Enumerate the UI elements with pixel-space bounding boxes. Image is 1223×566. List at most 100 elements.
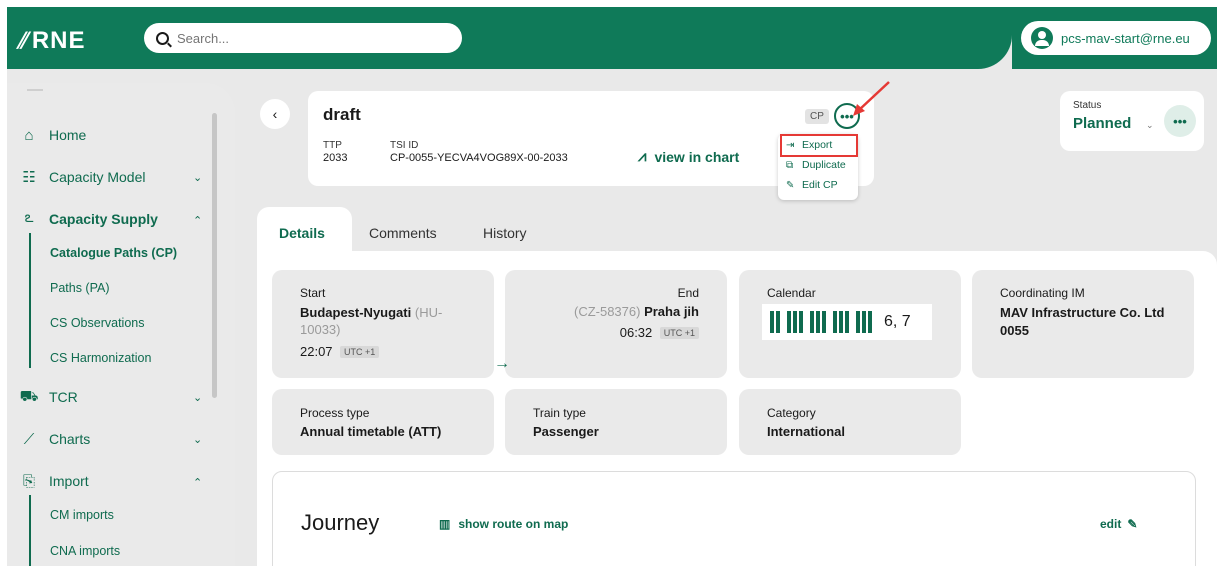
chevron-down-icon[interactable]: ⌄	[193, 171, 202, 184]
start-time: 22:07	[300, 344, 333, 359]
charts-icon: ⟋	[23, 430, 35, 448]
view-in-chart-link[interactable]: ⩘ view in chart	[638, 148, 739, 165]
sidebar-item-capacity-model[interactable]: ☷ Capacity Model	[19, 167, 146, 187]
coordinating-im-value: MAV Infrastructure Co. Ltd 0055	[1000, 305, 1165, 338]
logo-mark-icon: ⫽	[17, 28, 28, 53]
end-card: End (CZ-58376) Praha jih 06:32 UTC +1	[505, 270, 727, 378]
end-station: Praha jih	[644, 304, 699, 319]
chevron-down-icon[interactable]: ⌄	[193, 391, 202, 404]
submenu-rail	[29, 233, 31, 368]
import-icon: ⎘	[22, 472, 35, 490]
back-button[interactable]: ‹	[260, 99, 290, 129]
sidebar-divider	[27, 89, 43, 91]
sidebar-item-label: Import	[49, 473, 89, 489]
calendar-bars-icon	[770, 311, 872, 333]
end-time: 06:32	[619, 325, 653, 340]
chevron-up-icon[interactable]: ⌃	[193, 214, 202, 227]
start-time-block: 22:07 UTC +1	[300, 343, 380, 361]
chevron-down-icon[interactable]: ⌄	[1146, 120, 1154, 131]
sidebar-subitem-cs-harmonization[interactable]: CS Harmonization	[50, 351, 151, 365]
journey-edit-label: edit	[1100, 517, 1122, 531]
process-type-card: Process type Annual timetable (ATT)	[272, 389, 494, 455]
map-icon: ▥	[439, 517, 451, 531]
sidebar-item-home[interactable]: ⌂ Home	[19, 125, 86, 145]
tsi-id-value: CP-0055-YECVA4VOG89X-00-2033	[390, 152, 568, 164]
coordinating-im-label: Coordinating IM	[1000, 286, 1085, 300]
status-select[interactable]: Planned	[1073, 115, 1131, 132]
category-label: Category	[767, 406, 816, 420]
sidebar-item-capacity-supply[interactable]: ఽ Capacity Supply	[19, 209, 158, 229]
user-avatar-icon	[1031, 27, 1053, 49]
status-label: Status	[1073, 100, 1102, 111]
duplicate-icon: ⧉	[786, 159, 794, 171]
search-icon	[156, 31, 169, 45]
ttp-value: 2033	[323, 152, 348, 164]
header: ⫽ RNE pcs-mav-start@rne.eu	[7, 7, 1217, 69]
cp-title: draft	[323, 105, 361, 124]
sidebar-subitem-catalogue-paths[interactable]: Catalogue Paths (CP)	[50, 246, 177, 260]
sidebar-subitem-paths[interactable]: Paths (PA)	[50, 281, 110, 295]
sidebar-item-label: Home	[49, 127, 87, 143]
calendar-days: 6, 7	[884, 313, 911, 330]
sidebar-item-charts[interactable]: ⟋ Charts	[19, 429, 91, 449]
end-utc-badge: UTC +1	[659, 326, 699, 339]
sidebar-item-label: TCR	[49, 389, 78, 405]
show-route-label: show route on map	[458, 517, 569, 531]
chart-line-icon: ⩘	[638, 148, 647, 165]
tab-comments[interactable]: Comments	[369, 225, 437, 241]
train-type-value: Passenger	[533, 424, 599, 439]
sidebar-item-label: Capacity Supply	[49, 211, 158, 227]
logo[interactable]: ⫽ RNE	[17, 27, 85, 55]
status-more-button[interactable]: •••	[1164, 105, 1196, 137]
calendar-visual: 6, 7	[762, 304, 932, 340]
route-icon: ఽ	[24, 208, 34, 226]
tsi-id-label: TSI ID	[390, 140, 419, 151]
ttp-label: TTP	[323, 140, 342, 151]
search-input[interactable]	[177, 30, 437, 46]
submenu-rail	[29, 495, 31, 566]
chevron-down-icon[interactable]: ⌄	[193, 433, 202, 446]
sidebar-scrollbar[interactable]	[212, 113, 217, 398]
start-station: Budapest-Nyugati	[300, 305, 412, 320]
menu-item-label: Edit CP	[802, 179, 838, 191]
start-label: Start	[300, 286, 326, 300]
process-type-label: Process type	[300, 406, 370, 420]
sidebar-subitem-cm-imports[interactable]: CM imports	[50, 508, 114, 522]
user-menu[interactable]: pcs-mav-start@rne.eu	[1021, 21, 1211, 55]
end-station-block: (CZ-58376) Praha jih	[574, 304, 699, 319]
category-card: Category International	[739, 389, 961, 455]
chevron-up-icon[interactable]: ⌃	[193, 476, 202, 489]
sidebar-item-import[interactable]: ⎘ Import	[19, 471, 89, 491]
sidebar-subitem-cna-imports[interactable]: CNA imports	[50, 544, 120, 558]
user-name: pcs-mav-start@rne.eu	[1061, 30, 1190, 46]
menu-item-edit-cp[interactable]: ✎ Edit CP	[786, 179, 838, 191]
tab-history[interactable]: History	[483, 225, 527, 241]
train-type-label: Train type	[533, 406, 586, 420]
menu-item-duplicate[interactable]: ⧉ Duplicate	[786, 159, 846, 171]
menu-item-label: Duplicate	[802, 159, 846, 171]
sidebar-item-label: Capacity Model	[49, 169, 146, 185]
train-type-card: Train type Passenger	[505, 389, 727, 455]
show-route-on-map-link[interactable]: ▥ show route on map	[439, 517, 568, 531]
more-dots-icon: •••	[1173, 113, 1187, 129]
calendar-label: Calendar	[767, 286, 816, 300]
sidebar-item-tcr[interactable]: ⛟ TCR	[19, 387, 78, 407]
annotation-arrow-icon	[853, 81, 890, 116]
tcr-icon: ⛟	[19, 387, 39, 405]
category-value: International	[767, 424, 846, 439]
chevron-left-icon: ‹	[272, 106, 278, 122]
tab-details[interactable]: Details	[279, 225, 325, 241]
sidebar: ⌂ Home ☷ Capacity Model ⌄ ఽ Capacity Sup…	[7, 83, 235, 566]
view-in-chart-label: view in chart	[654, 148, 740, 165]
start-card: Start Budapest-Nyugati (HU-10033) 22:07 …	[272, 270, 494, 378]
search-bar[interactable]	[144, 23, 462, 53]
status-card: Status Planned ⌄ •••	[1060, 91, 1204, 151]
process-type-value: Annual timetable (ATT)	[300, 424, 442, 439]
app-frame: ⫽ RNE pcs-mav-start@rne.eu ⌂ Home ☷ Capa…	[7, 7, 1217, 566]
pencil-icon: ✎	[1127, 517, 1138, 531]
journey-edit-link[interactable]: edit ✎	[1100, 517, 1137, 531]
coordinating-im-card: Coordinating IM MAV Infrastructure Co. L…	[972, 270, 1194, 378]
journey-card: Journey ▥ show route on map edit ✎	[272, 471, 1196, 566]
sidebar-subitem-cs-observations[interactable]: CS Observations	[50, 316, 144, 330]
start-station-block: Budapest-Nyugati (HU-10033)	[300, 304, 480, 338]
